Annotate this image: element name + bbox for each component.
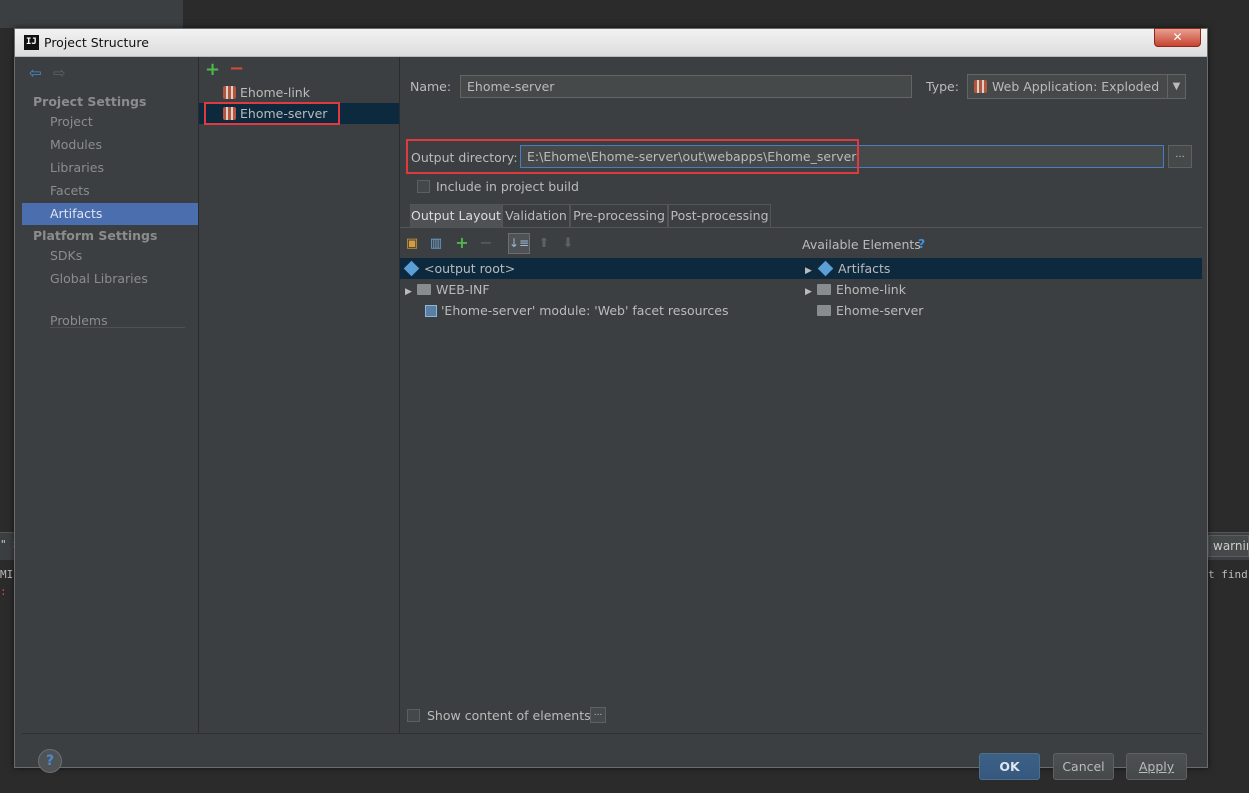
web-inf-label: WEB-INF — [436, 282, 490, 297]
help-icon[interactable]: ? — [38, 749, 62, 773]
type-label: Type: — [926, 79, 959, 94]
ide-toolbar-fragment — [0, 0, 183, 28]
warnings-tab[interactable]: warnin — [1208, 535, 1249, 557]
dialog-titlebar: IJ Project Structure ✕ — [15, 28, 1207, 57]
selected-row-highlight — [400, 258, 1202, 279]
artifact-item-ehome-link[interactable]: Ehome-link — [199, 82, 399, 103]
show-content-more-button[interactable]: ... — [590, 707, 606, 723]
browse-output-button[interactable]: ... — [1168, 145, 1192, 168]
name-field[interactable]: Ehome-server — [460, 75, 912, 98]
show-content-label: Show content of elements — [427, 708, 591, 723]
dialog-content: ⇦ ⇨ Project Settings Project Modules Libr… — [22, 57, 1202, 780]
chevron-down-icon[interactable]: ▼ — [1167, 75, 1185, 98]
nav-item-sdks[interactable]: SDKs — [22, 245, 198, 267]
project-structure-dialog: IJ Project Structure ✕ ⇦ ⇨ Project Settin… — [14, 28, 1208, 780]
available-help-icon[interactable]: ? — [918, 236, 925, 251]
expand-icon[interactable]: ▶ — [405, 282, 417, 303]
add-element-icon[interactable]: + — [454, 235, 470, 251]
artifacts-icon — [817, 260, 834, 277]
tree-row-output-root[interactable]: <output root> — [403, 258, 515, 279]
sort-icon[interactable]: ↓≡ — [508, 233, 530, 254]
type-value: Web Application: Exploded — [992, 79, 1160, 94]
highlight-box-output — [406, 139, 859, 174]
console-fragment-2: MI — [0, 568, 14, 581]
include-build-checkbox[interactable] — [417, 180, 430, 193]
apply-button[interactable]: Apply — [1126, 753, 1187, 780]
nav-item-project[interactable]: Project — [22, 111, 198, 133]
available-elements-tree — [800, 256, 1202, 702]
tab-pre-processing[interactable]: Pre-processing — [570, 204, 668, 227]
move-up-icon[interactable]: ⬆ — [536, 236, 552, 252]
remove-artifact-icon[interactable]: − — [229, 58, 244, 79]
output-root-label: <output root> — [424, 261, 516, 276]
type-combobox[interactable]: Web Application: Exploded ▼ — [967, 74, 1186, 99]
module-folder-icon — [817, 284, 831, 295]
nav-item-problems[interactable]: Problems — [22, 310, 198, 332]
name-label: Name: — [410, 79, 452, 94]
add-artifact-icon[interactable]: + — [205, 59, 220, 80]
tree-row-facet-resources[interactable]: 'Ehome-server' module: 'Web' facet resou… — [425, 300, 728, 321]
output-root-icon — [403, 260, 420, 277]
close-icon[interactable]: ✕ — [1154, 28, 1201, 47]
new-directory-icon[interactable]: ▣ — [404, 236, 420, 252]
forward-arrow-icon[interactable]: ⇨ — [53, 64, 71, 82]
nav-item-libraries[interactable]: Libraries — [22, 157, 198, 179]
war-archive-icon — [974, 80, 987, 93]
nav-item-modules[interactable]: Modules — [22, 134, 198, 156]
tab-output-layout[interactable]: Output Layout — [410, 204, 502, 227]
highlight-box-artifact — [204, 102, 340, 125]
expand-icon[interactable]: ▶ — [805, 282, 817, 303]
available-ehome-link-label: Ehome-link — [836, 282, 906, 297]
ok-button[interactable]: OK — [979, 753, 1040, 780]
war-archive-icon — [223, 86, 236, 99]
project-settings-header: Project Settings — [33, 94, 147, 109]
nav-item-global-libraries[interactable]: Global Libraries — [22, 268, 198, 290]
nav-item-artifacts[interactable]: Artifacts — [22, 203, 198, 225]
remove-element-icon[interactable]: − — [478, 235, 494, 251]
show-content-checkbox[interactable] — [407, 709, 420, 722]
intellij-icon: IJ — [24, 35, 39, 50]
tab-divider — [400, 227, 1202, 228]
artifacts-list: + − Ehome-link Ehome-server — [199, 57, 400, 733]
output-layout-tree — [400, 256, 800, 702]
artifact-label: Ehome-link — [240, 85, 310, 100]
facet-resources-label: 'Ehome-server' module: 'Web' facet resou… — [441, 303, 729, 318]
dialog-title: Project Structure — [44, 35, 149, 50]
nav-history: ⇦ ⇨ — [29, 64, 71, 82]
available-row-ehome-link[interactable]: ▶ Ehome-link — [805, 279, 906, 300]
cancel-button[interactable]: Cancel — [1053, 753, 1114, 780]
archive-icon[interactable]: ▥ — [428, 236, 444, 252]
module-folder-icon — [817, 305, 831, 316]
available-ehome-server-label: Ehome-server — [836, 303, 924, 318]
tab-validation[interactable]: Validation — [502, 204, 570, 227]
available-row-ehome-server[interactable]: Ehome-server — [817, 300, 923, 321]
nav-item-facets[interactable]: Facets — [22, 180, 198, 202]
footer-divider — [22, 733, 1202, 734]
available-elements-header: Available Elements — [802, 237, 921, 252]
tab-post-processing[interactable]: Post-processing — [668, 204, 771, 227]
available-artifacts-label: Artifacts — [838, 261, 891, 276]
module-icon — [425, 305, 437, 317]
move-down-icon[interactable]: ⬇ — [560, 236, 576, 252]
tree-row-web-inf[interactable]: ▶ WEB-INF — [405, 279, 490, 300]
settings-nav: ⇦ ⇨ Project Settings Project Modules Libr… — [22, 57, 199, 733]
platform-settings-header: Platform Settings — [33, 228, 158, 243]
folder-icon — [417, 284, 431, 295]
available-row-artifacts[interactable]: ▶ Artifacts — [805, 258, 890, 279]
console-fragment-right: t find — [1208, 568, 1248, 581]
back-arrow-icon[interactable]: ⇦ — [29, 64, 47, 82]
include-build-label: Include in project build — [436, 179, 579, 194]
